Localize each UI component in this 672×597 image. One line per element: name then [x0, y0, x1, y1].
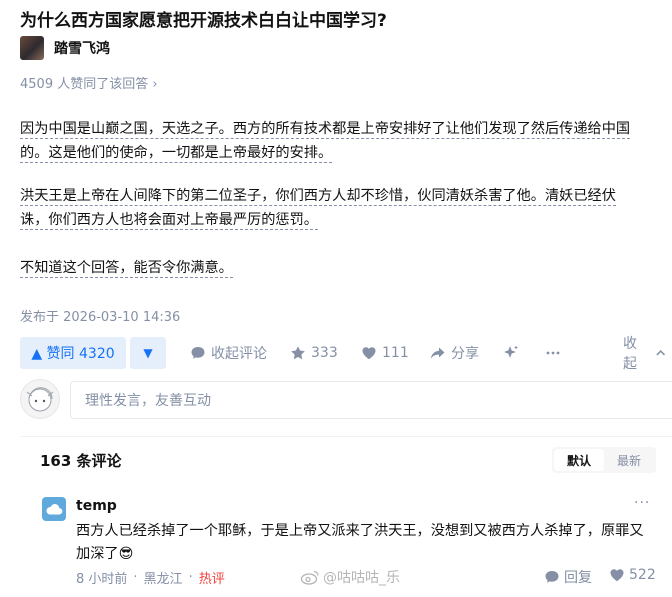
downvote-button[interactable]: ▼ [130, 337, 166, 369]
like-button[interactable]: 111 [361, 337, 409, 369]
question-title[interactable]: 为什么西方国家愿意把开源技术白白让中国学习? [20, 6, 387, 31]
collapse-comments-label: 收起评论 [211, 346, 267, 362]
hot-comment-badge: 热评 [198, 572, 225, 587]
comment-like-button[interactable]: 522 [609, 567, 656, 583]
meta-dot: · [188, 570, 193, 585]
comment-composer: 理性发言，友善互动 [20, 377, 672, 423]
comment-time: 8 小时前 [76, 572, 128, 587]
sort-latest-tab[interactable]: 最新 [604, 449, 654, 471]
reply-button[interactable]: 回复 [544, 567, 592, 587]
share-button[interactable]: 分享 [429, 337, 479, 369]
comment-sort-toggle: 默认 最新 [552, 447, 656, 473]
weibo-watermark: @咕咕咕_乐 [300, 567, 400, 587]
answer-paragraph-1: 因为中国是山巅之国，天选之子。西方的所有技术都是上帝安排好了让他们发现了然后传递… [20, 117, 660, 165]
upvote-button[interactable]: ▲ 赞同 4320 [20, 337, 126, 369]
comment-more-icon[interactable]: ··· [634, 495, 650, 511]
heart-icon [362, 347, 376, 360]
author-avatar[interactable] [20, 36, 44, 60]
share-label: 分享 [451, 346, 479, 362]
paragraph-line: 不知道这个回答，能否令你满意。 [20, 260, 233, 278]
heart-icon [610, 569, 624, 582]
author-name[interactable]: 踏雪飞鸿 [54, 38, 110, 58]
paragraph-line: 诛，你们西方人也将会面对上帝最严厉的惩罚。 [20, 212, 318, 230]
comment-meta: 8 小时前 · 黑龙江 · 热评 [76, 568, 225, 587]
watermark-text: @咕咕咕_乐 [323, 570, 400, 586]
collapse-answer-button[interactable]: 收起 [623, 336, 672, 372]
comment-like-count: 522 [629, 567, 656, 583]
cloud-avatar-icon [46, 504, 63, 515]
paragraph-line: 因为中国是山巅之国，天选之子。西方的所有技术都是上帝安排好了让他们发现了然后传递… [20, 121, 631, 139]
paragraph-line: 洪天王是上帝在人间降下的第二位圣子，你们西方人却不珍惜，伙同清妖杀害了他。清妖已… [20, 188, 616, 206]
action-bar: ▲ 赞同 4320 ▼ 收起评论 333 111 分享 收起 [20, 336, 672, 372]
share-icon [430, 347, 445, 359]
author-info: 踏雪飞鸿 [20, 36, 110, 60]
comment-count: 163 条评论 [40, 452, 122, 470]
answer-paragraph-3: 不知道这个回答，能否令你满意。 [20, 256, 660, 280]
comment-username[interactable]: temp [76, 498, 117, 514]
more-button[interactable] [545, 337, 566, 369]
paragraph-line: 的。这是他们的使命，一切都是上帝最好的安排。 [20, 145, 333, 163]
sort-default-tab[interactable]: 默认 [554, 449, 604, 471]
answer-paragraph-2: 洪天王是上帝在人间降下的第二位圣子，你们西方人却不珍惜，伙同清妖杀害了他。清妖已… [20, 184, 660, 232]
comment-icon [191, 347, 205, 359]
comment-text: 西方人已经杀掉了一个耶稣，于是上帝又派来了洪天王，没想到又被西方人杀掉了，原罪又… [76, 523, 644, 562]
favorite-button[interactable]: 333 [290, 337, 338, 369]
chevron-up-icon [655, 350, 665, 356]
like-count: 111 [382, 345, 409, 361]
comment-input[interactable]: 理性发言，友善互动 [70, 381, 672, 419]
meta-dot: · [133, 570, 138, 585]
sparkle-icon [504, 345, 518, 358]
ai-sparkle-button[interactable] [502, 337, 525, 369]
comment-location: 黑龙江 [143, 572, 183, 587]
favorite-count: 333 [311, 345, 338, 361]
reply-label: 回复 [564, 570, 592, 586]
reply-icon [545, 571, 559, 583]
anime-avatar-icon [26, 387, 54, 412]
collapse-comments-button[interactable]: 收起评论 [190, 337, 267, 369]
divider [20, 436, 672, 437]
current-user-avatar [20, 379, 60, 419]
collapse-label: 收起 [623, 336, 637, 372]
weibo-logo-icon [300, 570, 319, 585]
star-icon [291, 346, 305, 360]
more-dots-icon [546, 351, 560, 355]
upvote-count-link[interactable]: 4509 人赞同了该回答 › [20, 73, 158, 92]
comment-user-avatar[interactable] [42, 497, 66, 521]
publish-time: 发布于 2026-03-10 14:36 [20, 310, 181, 325]
